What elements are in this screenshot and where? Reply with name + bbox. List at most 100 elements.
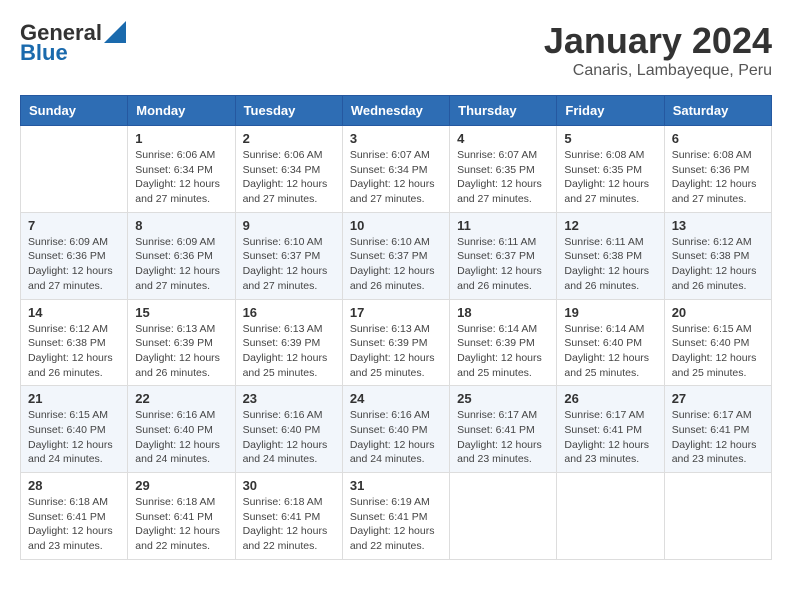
day-number: 23 bbox=[243, 391, 335, 406]
table-row: 28 Sunrise: 6:18 AM Sunset: 6:41 PM Dayli… bbox=[21, 473, 128, 560]
col-saturday: Saturday bbox=[664, 96, 771, 126]
table-row: 18 Sunrise: 6:14 AM Sunset: 6:39 PM Dayli… bbox=[450, 299, 557, 386]
day-info: Sunrise: 6:17 AM Sunset: 6:41 PM Dayligh… bbox=[672, 408, 764, 467]
day-number: 7 bbox=[28, 218, 120, 233]
table-row: 21Sunrise: 6:15 AM Sunset: 6:40 PM Dayli… bbox=[21, 386, 128, 473]
table-row: 30Sunrise: 6:18 AM Sunset: 6:41 PM Dayli… bbox=[235, 473, 342, 560]
table-row: 13Sunrise: 6:12 AM Sunset: 6:38 PM Dayli… bbox=[664, 212, 771, 299]
calendar-week-5: 28 Sunrise: 6:18 AM Sunset: 6:41 PM Dayli… bbox=[21, 473, 772, 560]
day-info: Sunrise: 6:08 AM Sunset: 6:36 PM Dayligh… bbox=[672, 148, 764, 207]
day-info: Sunrise: 6:10 AM Sunset: 6:37 PM Dayligh… bbox=[350, 235, 442, 294]
day-number: 20 bbox=[672, 305, 764, 320]
table-row bbox=[21, 126, 128, 213]
day-number: 27 bbox=[672, 391, 764, 406]
table-row: 8 Sunrise: 6:09 AM Sunset: 6:36 PM Daylig… bbox=[128, 212, 235, 299]
table-row: 4 Sunrise: 6:07 AM Sunset: 6:35 PM Daylig… bbox=[450, 126, 557, 213]
table-row: 24 Sunrise: 6:16 AM Sunset: 6:40 PM Dayli… bbox=[342, 386, 449, 473]
table-row: 27 Sunrise: 6:17 AM Sunset: 6:41 PM Dayli… bbox=[664, 386, 771, 473]
table-row: 22 Sunrise: 6:16 AM Sunset: 6:40 PM Dayli… bbox=[128, 386, 235, 473]
table-row: 31 Sunrise: 6:19 AM Sunset: 6:41 PM Dayli… bbox=[342, 473, 449, 560]
day-info: Sunrise: 6:17 AM Sunset: 6:41 PM Dayligh… bbox=[564, 408, 656, 467]
day-number: 31 bbox=[350, 478, 442, 493]
day-number: 3 bbox=[350, 131, 442, 146]
calendar-week-1: 1 Sunrise: 6:06 AM Sunset: 6:34 PM Daylig… bbox=[21, 126, 772, 213]
day-info: Sunrise: 6:19 AM Sunset: 6:41 PM Dayligh… bbox=[350, 495, 442, 554]
table-row: 5Sunrise: 6:08 AM Sunset: 6:35 PM Daylig… bbox=[557, 126, 664, 213]
day-info: Sunrise: 6:06 AM Sunset: 6:34 PM Dayligh… bbox=[243, 148, 335, 207]
col-friday: Friday bbox=[557, 96, 664, 126]
day-info: Sunrise: 6:11 AM Sunset: 6:38 PM Dayligh… bbox=[564, 235, 656, 294]
day-info: Sunrise: 6:12 AM Sunset: 6:38 PM Dayligh… bbox=[28, 322, 120, 381]
day-info: Sunrise: 6:15 AM Sunset: 6:40 PM Dayligh… bbox=[28, 408, 120, 467]
table-row: 7 Sunrise: 6:09 AM Sunset: 6:36 PM Daylig… bbox=[21, 212, 128, 299]
day-number: 1 bbox=[135, 131, 227, 146]
day-number: 8 bbox=[135, 218, 227, 233]
table-row bbox=[450, 473, 557, 560]
day-number: 6 bbox=[672, 131, 764, 146]
day-number: 18 bbox=[457, 305, 549, 320]
day-info: Sunrise: 6:07 AM Sunset: 6:34 PM Dayligh… bbox=[350, 148, 442, 207]
day-number: 19 bbox=[564, 305, 656, 320]
table-row: 3 Sunrise: 6:07 AM Sunset: 6:34 PM Daylig… bbox=[342, 126, 449, 213]
calendar-week-4: 21Sunrise: 6:15 AM Sunset: 6:40 PM Dayli… bbox=[21, 386, 772, 473]
day-info: Sunrise: 6:13 AM Sunset: 6:39 PM Dayligh… bbox=[135, 322, 227, 381]
table-row: 29Sunrise: 6:18 AM Sunset: 6:41 PM Dayli… bbox=[128, 473, 235, 560]
day-number: 9 bbox=[243, 218, 335, 233]
day-number: 4 bbox=[457, 131, 549, 146]
table-row: 11Sunrise: 6:11 AM Sunset: 6:37 PM Dayli… bbox=[450, 212, 557, 299]
calendar-header-row: Sunday Monday Tuesday Wednesday Thursday… bbox=[21, 96, 772, 126]
table-row bbox=[664, 473, 771, 560]
day-number: 28 bbox=[28, 478, 120, 493]
table-row: 26Sunrise: 6:17 AM Sunset: 6:41 PM Dayli… bbox=[557, 386, 664, 473]
table-row: 2Sunrise: 6:06 AM Sunset: 6:34 PM Daylig… bbox=[235, 126, 342, 213]
table-row: 10 Sunrise: 6:10 AM Sunset: 6:37 PM Dayli… bbox=[342, 212, 449, 299]
table-row: 6 Sunrise: 6:08 AM Sunset: 6:36 PM Daylig… bbox=[664, 126, 771, 213]
day-info: Sunrise: 6:14 AM Sunset: 6:39 PM Dayligh… bbox=[457, 322, 549, 381]
table-row bbox=[557, 473, 664, 560]
subtitle: Canaris, Lambayeque, Peru bbox=[544, 62, 772, 80]
logo: General Blue bbox=[20, 20, 126, 66]
table-row: 17 Sunrise: 6:13 AM Sunset: 6:39 PM Dayli… bbox=[342, 299, 449, 386]
table-row: 19Sunrise: 6:14 AM Sunset: 6:40 PM Dayli… bbox=[557, 299, 664, 386]
day-info: Sunrise: 6:18 AM Sunset: 6:41 PM Dayligh… bbox=[243, 495, 335, 554]
calendar-week-3: 14 Sunrise: 6:12 AM Sunset: 6:38 PM Dayli… bbox=[21, 299, 772, 386]
day-info: Sunrise: 6:06 AM Sunset: 6:34 PM Dayligh… bbox=[135, 148, 227, 207]
day-number: 12 bbox=[564, 218, 656, 233]
table-row: 16Sunrise: 6:13 AM Sunset: 6:39 PM Dayli… bbox=[235, 299, 342, 386]
page-header: General Blue January 2024 Canaris, Lamba… bbox=[20, 20, 772, 80]
day-number: 13 bbox=[672, 218, 764, 233]
day-number: 22 bbox=[135, 391, 227, 406]
day-number: 15 bbox=[135, 305, 227, 320]
col-tuesday: Tuesday bbox=[235, 96, 342, 126]
table-row: 20 Sunrise: 6:15 AM Sunset: 6:40 PM Dayli… bbox=[664, 299, 771, 386]
col-wednesday: Wednesday bbox=[342, 96, 449, 126]
day-info: Sunrise: 6:11 AM Sunset: 6:37 PM Dayligh… bbox=[457, 235, 549, 294]
day-number: 24 bbox=[350, 391, 442, 406]
day-info: Sunrise: 6:13 AM Sunset: 6:39 PM Dayligh… bbox=[350, 322, 442, 381]
day-info: Sunrise: 6:18 AM Sunset: 6:41 PM Dayligh… bbox=[28, 495, 120, 554]
logo-blue: Blue bbox=[20, 40, 68, 66]
day-info: Sunrise: 6:16 AM Sunset: 6:40 PM Dayligh… bbox=[135, 408, 227, 467]
col-monday: Monday bbox=[128, 96, 235, 126]
day-info: Sunrise: 6:17 AM Sunset: 6:41 PM Dayligh… bbox=[457, 408, 549, 467]
table-row: 15 Sunrise: 6:13 AM Sunset: 6:39 PM Dayli… bbox=[128, 299, 235, 386]
day-number: 17 bbox=[350, 305, 442, 320]
day-number: 16 bbox=[243, 305, 335, 320]
day-info: Sunrise: 6:10 AM Sunset: 6:37 PM Dayligh… bbox=[243, 235, 335, 294]
day-number: 14 bbox=[28, 305, 120, 320]
day-info: Sunrise: 6:16 AM Sunset: 6:40 PM Dayligh… bbox=[350, 408, 442, 467]
table-row: 9 Sunrise: 6:10 AM Sunset: 6:37 PM Daylig… bbox=[235, 212, 342, 299]
title-section: January 2024 Canaris, Lambayeque, Peru bbox=[544, 20, 772, 80]
day-info: Sunrise: 6:18 AM Sunset: 6:41 PM Dayligh… bbox=[135, 495, 227, 554]
day-info: Sunrise: 6:07 AM Sunset: 6:35 PM Dayligh… bbox=[457, 148, 549, 207]
table-row: 14 Sunrise: 6:12 AM Sunset: 6:38 PM Dayli… bbox=[21, 299, 128, 386]
calendar-table: Sunday Monday Tuesday Wednesday Thursday… bbox=[20, 95, 772, 560]
logo-arrow-icon bbox=[104, 21, 126, 43]
day-info: Sunrise: 6:09 AM Sunset: 6:36 PM Dayligh… bbox=[28, 235, 120, 294]
day-number: 10 bbox=[350, 218, 442, 233]
table-row: 1 Sunrise: 6:06 AM Sunset: 6:34 PM Daylig… bbox=[128, 126, 235, 213]
col-sunday: Sunday bbox=[21, 96, 128, 126]
day-info: Sunrise: 6:09 AM Sunset: 6:36 PM Dayligh… bbox=[135, 235, 227, 294]
day-info: Sunrise: 6:15 AM Sunset: 6:40 PM Dayligh… bbox=[672, 322, 764, 381]
day-info: Sunrise: 6:16 AM Sunset: 6:40 PM Dayligh… bbox=[243, 408, 335, 467]
